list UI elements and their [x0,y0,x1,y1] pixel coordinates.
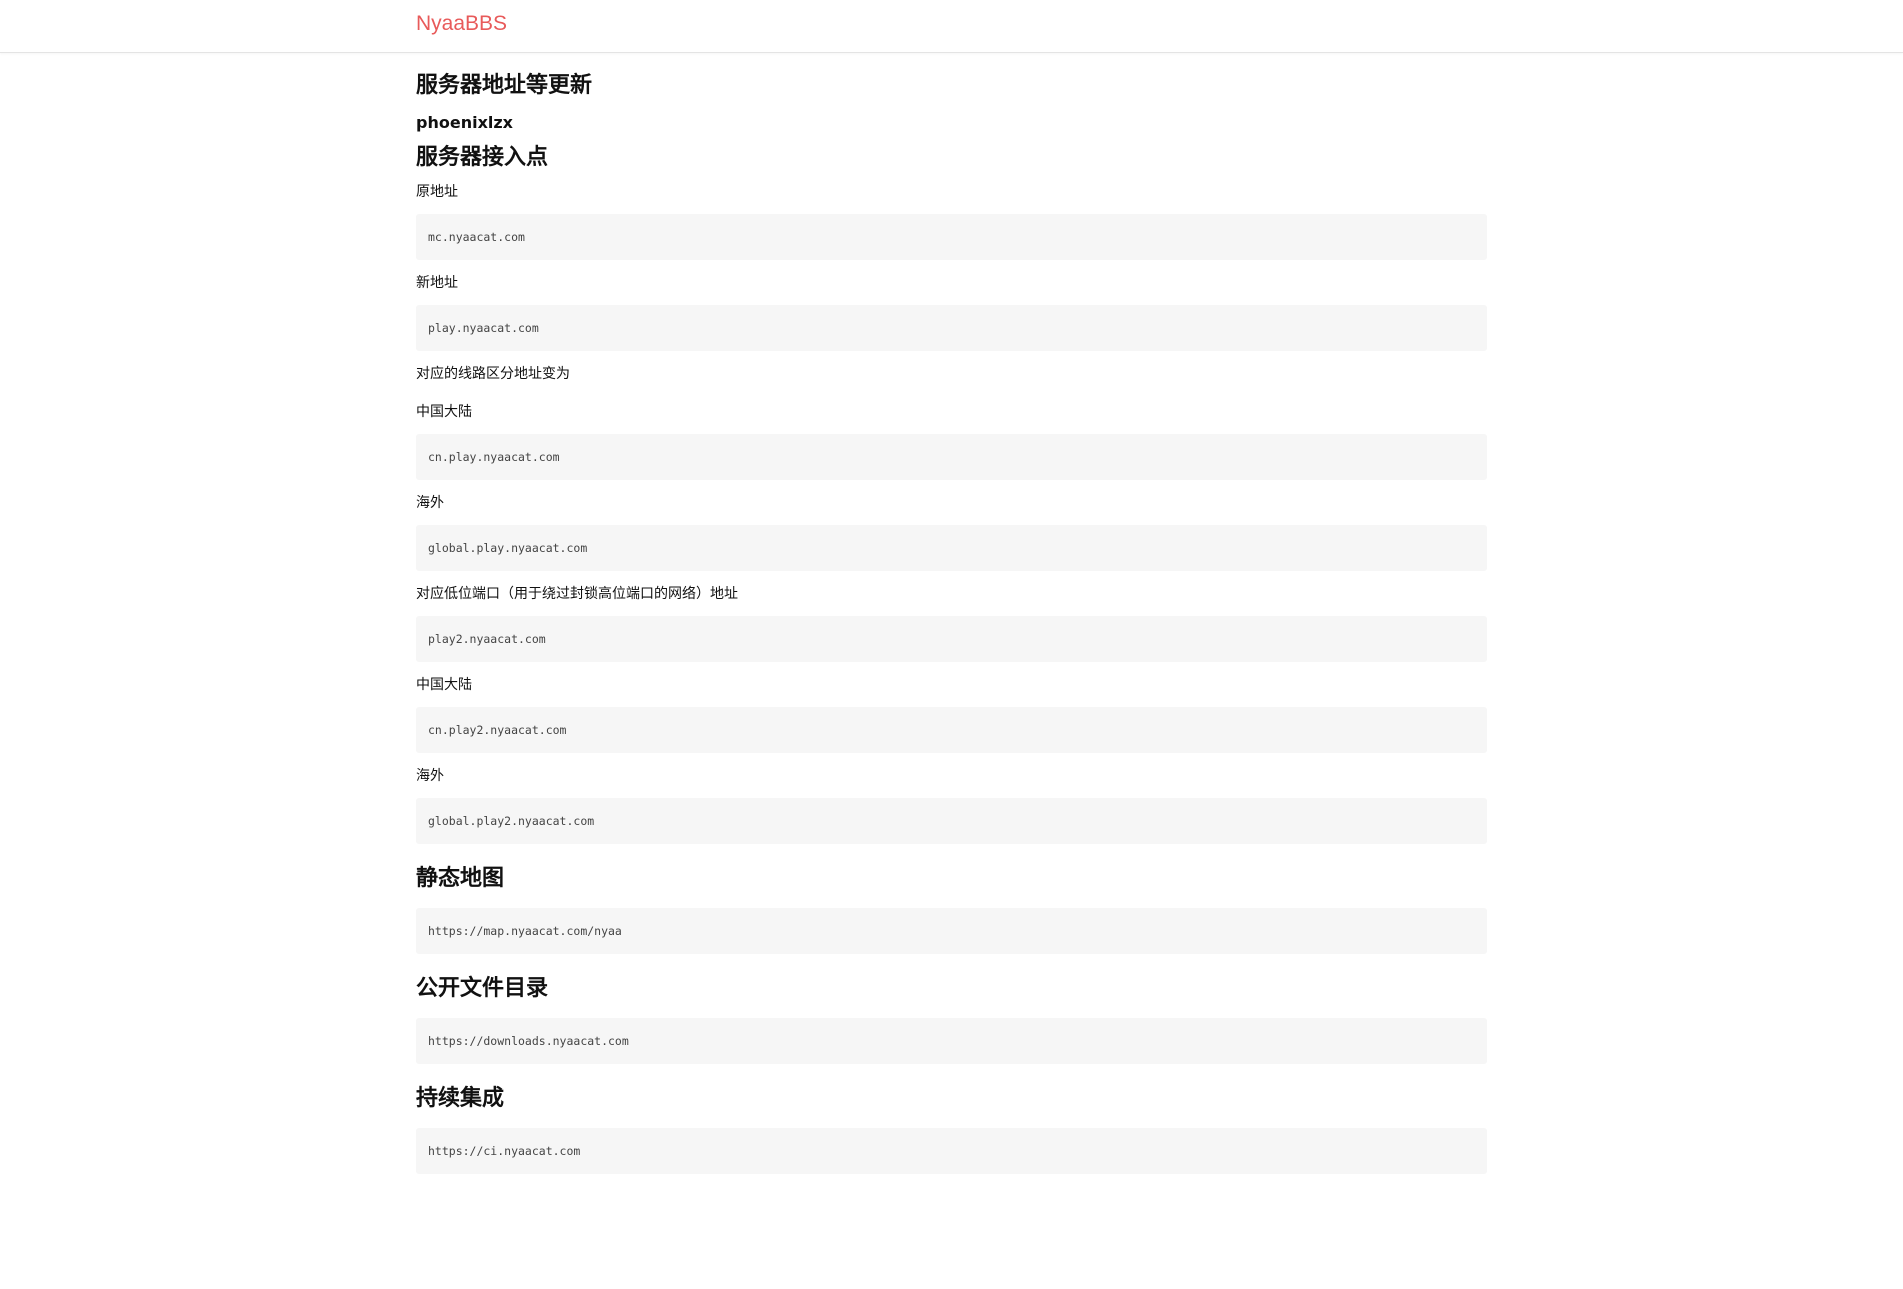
code-low-port-address[interactable]: play2.nyaacat.com [416,616,1487,662]
code-global-low-port-address[interactable]: global.play2.nyaacat.com [416,798,1487,844]
heading-access-point: 服务器接入点 [416,145,549,170]
code-ci-url[interactable]: https://ci.nyaacat.com [416,1128,1487,1174]
heading-public-files: 公开文件目录 [416,976,549,1001]
label-cn-mainland-low-port: 中国大陆 [416,677,472,693]
text-low-port-intro: 对应低位端口（用于绕过封锁高位端口的网络）地址 [416,586,738,602]
code-new-address[interactable]: play.nyaacat.com [416,305,1487,351]
code-static-map-url[interactable]: https://map.nyaacat.com/nyaa [416,908,1487,954]
text-route-intro: 对应的线路区分地址变为 [416,366,570,382]
top-navbar: NyaaBBS [0,0,1903,53]
label-new-address: 新地址 [416,275,458,291]
code-public-files-url[interactable]: https://downloads.nyaacat.com [416,1018,1487,1064]
code-cn-address[interactable]: cn.play.nyaacat.com [416,434,1487,480]
post-content: 服务器地址等更新 phoenixlzx 服务器接入点 原地址 mc.nyaaca… [416,53,1487,1174]
label-overseas-low-port: 海外 [416,768,444,784]
heading-ci: 持续集成 [416,1086,505,1111]
label-original-address: 原地址 [416,184,458,200]
code-global-address[interactable]: global.play.nyaacat.com [416,525,1487,571]
label-overseas: 海外 [416,495,444,511]
label-cn-mainland: 中国大陆 [416,404,472,420]
code-original-address[interactable]: mc.nyaacat.com [416,214,1487,260]
code-cn-low-port-address[interactable]: cn.play2.nyaacat.com [416,707,1487,753]
brand-logo-link[interactable]: NyaaBBS [416,12,507,36]
post-author[interactable]: phoenixlzx [416,111,1487,135]
heading-static-map: 静态地图 [416,866,505,891]
post-title: 服务器地址等更新 [416,73,593,98]
